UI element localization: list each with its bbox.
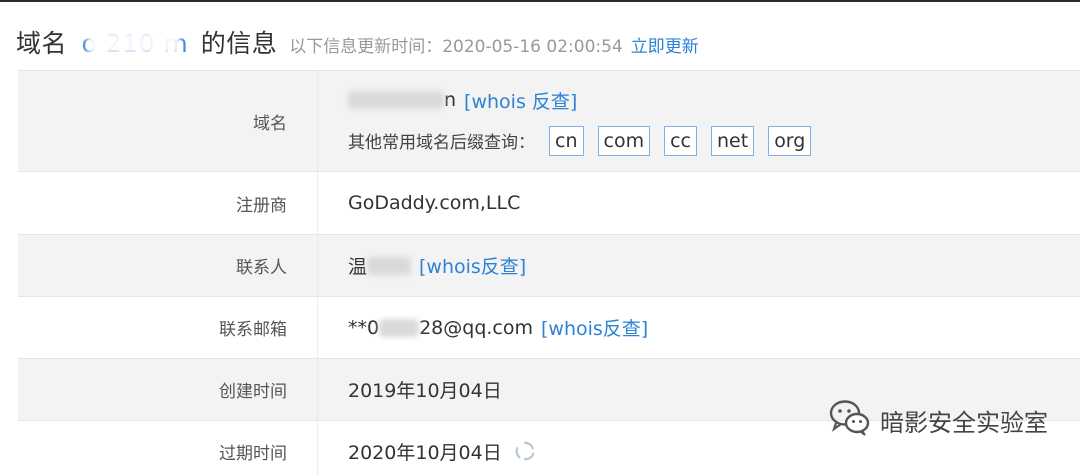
- whois-lookup-link[interactable]: [whois 反查]: [464, 87, 577, 114]
- watermark: 暗影安全实验室: [828, 397, 1048, 443]
- update-now-link[interactable]: 立即更新: [631, 32, 699, 57]
- update-time-text: 以下信息更新时间：2020-05-16 02:00:54: [289, 37, 623, 57]
- row-label: 联系人: [18, 235, 318, 296]
- suffix-prompt: 其他常用域名后缀查询：: [348, 133, 535, 153]
- contact-value-prefix: 温: [348, 256, 368, 278]
- contact-value-line: 温 [whois反查]: [348, 252, 1080, 279]
- row-value: **0 28@qq.com [whois反查]: [318, 297, 1080, 358]
- row-label: 域名: [18, 71, 318, 171]
- title-domain: o 210 m: [81, 29, 189, 58]
- suffix-org-button[interactable]: org: [768, 125, 812, 156]
- whois-lookup-link[interactable]: [whois反查]: [419, 252, 526, 279]
- whois-panel: 域名 o 210 m 的信息 以下信息更新时间：2020-05-16 02:00…: [0, 0, 1080, 475]
- suffix-query-line: 其他常用域名后缀查询： cn com cc net org: [348, 125, 1080, 156]
- suffix-cc-button[interactable]: cc: [664, 125, 697, 156]
- suffix-com-button[interactable]: com: [597, 125, 651, 156]
- row-label: 联系邮箱: [18, 297, 318, 358]
- redacted-domain: [348, 91, 444, 109]
- table-row-registrar: 注册商 GoDaddy.com,LLC: [18, 172, 1080, 235]
- row-label: 注册商: [18, 172, 318, 234]
- left-gutter: [0, 70, 18, 475]
- domain-value-line: n [whois 反查]: [348, 87, 1080, 114]
- row-label: 过期时间: [18, 421, 318, 475]
- registrar-value: GoDaddy.com,LLC: [348, 192, 521, 214]
- registrar-value-line: GoDaddy.com,LLC: [348, 192, 1080, 214]
- email-value-suffix: 28@qq.com: [419, 316, 534, 339]
- table-row-domain: 域名 n [whois 反查] 其他常用域名后缀查询： cn com cc ne…: [18, 71, 1080, 172]
- row-value: GoDaddy.com,LLC: [318, 172, 1080, 234]
- created-date: 2019年10月04日: [348, 380, 502, 402]
- suffix-cn-button[interactable]: cn: [549, 125, 584, 156]
- whois-lookup-link[interactable]: [whois反查]: [541, 314, 648, 341]
- watermark-text: 暗影安全实验室: [880, 408, 1048, 437]
- top-border: [0, 0, 1080, 2]
- wechat-icon: [828, 397, 872, 443]
- redacted-email: [379, 318, 420, 337]
- email-value-line: **0 28@qq.com [whois反查]: [348, 314, 1080, 341]
- row-value: n [whois 反查] 其他常用域名后缀查询： cn com cc net o…: [318, 71, 1080, 171]
- row-label: 创建时间: [18, 359, 318, 420]
- page-title: 域名 o 210 m 的信息: [16, 24, 277, 60]
- refresh-icon[interactable]: [514, 440, 536, 462]
- title-prefix: 域名: [16, 29, 68, 58]
- title-suffix: 的信息: [200, 29, 278, 58]
- expires-date: 2020年10月04日: [348, 441, 502, 464]
- page-header: 域名 o 210 m 的信息 以下信息更新时间：2020-05-16 02:00…: [16, 24, 699, 64]
- email-value-prefix: **0: [348, 316, 380, 339]
- suffix-net-button[interactable]: net: [711, 125, 755, 156]
- redacted-contact: [367, 256, 412, 275]
- row-value: 温 [whois反查]: [318, 235, 1080, 296]
- domain-value-tail: n: [444, 89, 457, 111]
- table-row-contact: 联系人 温 [whois反查]: [18, 235, 1080, 297]
- table-row-email: 联系邮箱 **0 28@qq.com [whois反查]: [18, 297, 1080, 359]
